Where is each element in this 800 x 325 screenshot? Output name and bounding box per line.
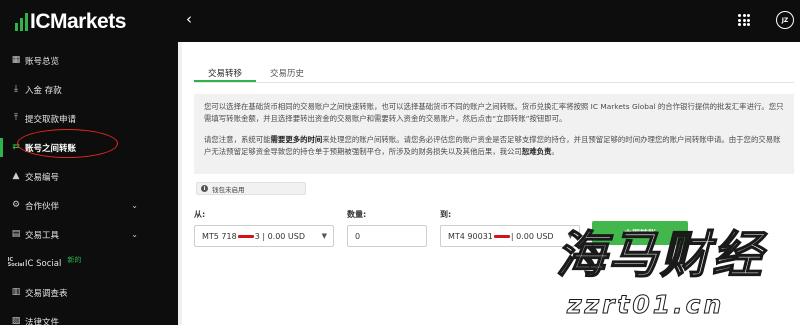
amount-label: 数量: <box>347 210 367 219</box>
logo-text: ICMarkets <box>30 10 126 33</box>
amount-input[interactable]: 0 <box>347 225 427 247</box>
ic-social-icon: IC Social <box>7 257 25 268</box>
chart-icon: ▲ <box>12 171 20 181</box>
new-badge: 新的 <box>67 255 82 264</box>
sidebar-item-legal-documents[interactable]: ▧ 法律文件 <box>0 307 178 325</box>
sidebar-item-trading-survey[interactable]: ▥ 交易调查表 <box>0 278 178 307</box>
sidebar-item-label: 账号总览 <box>25 56 60 67</box>
notice-paragraph-1: 您可以选择在基础货币相同的交易账户之间快速转账，也可以选择基础货币不同的账户之间… <box>204 102 784 123</box>
active-indicator <box>0 138 3 157</box>
info-icon: i <box>201 185 208 192</box>
tools-icon: ▤ <box>11 229 21 239</box>
sidebar-item-label: 法律文件 <box>25 317 60 325</box>
sidebar-item-partners[interactable]: ⚙ 合作伙伴 ⌄ <box>0 191 178 220</box>
sidebar: ICMarkets ▦ 账号总览 ⤓ 入金 存款 ⤒ 提交取款申请 ⇄ 账号之间… <box>0 0 178 325</box>
sidebar-item-label: 合作伙伴 <box>25 201 60 212</box>
tab-history[interactable]: 交易历史 <box>256 67 318 82</box>
from-account-select[interactable]: MT5 718 3 | 0.00 USD ▼ <box>194 225 334 247</box>
sidebar-item-withdraw[interactable]: ⤒ 提交取款申请 <box>0 104 178 133</box>
chevron-down-icon: ⌄ <box>131 230 138 239</box>
info-notice: 您可以选择在基础货币相同的交易账户之间快速转账，也可以选择基础货币不同的账户之间… <box>194 94 794 174</box>
ic-markets-logo[interactable]: ICMarkets <box>15 9 126 35</box>
to-label: 到: <box>440 210 452 219</box>
sidebar-item-label: 提交取款申请 <box>25 114 77 125</box>
notice-paragraph-2: 请您注意，系统可能需要更多的时间来处理您的账户间转账。请您务必评估您的账户资金是… <box>204 135 781 156</box>
sidebar-nav: ▦ 账号总览 ⤓ 入金 存款 ⤒ 提交取款申请 ⇄ 账号之间转账 ▲ 交易编号 … <box>0 46 178 325</box>
sidebar-item-label: IC Social <box>25 258 62 269</box>
sidebar-item-label: 交易调查表 <box>25 288 68 299</box>
redaction-mark <box>237 234 254 238</box>
chevron-down-icon: ⌄ <box>131 201 138 210</box>
logo-bars-icon <box>15 13 28 31</box>
document-icon: ▧ <box>11 316 21 325</box>
red-highlight-circle <box>17 129 118 158</box>
back-chevron-icon[interactable]: ‹ <box>186 10 192 28</box>
sidebar-item-account-overview[interactable]: ▦ 账号总览 <box>0 46 178 75</box>
deposit-icon: ⤓ <box>14 84 18 94</box>
top-bar: ‹ JZ <box>178 0 800 42</box>
sidebar-item-trading-accounts[interactable]: ▲ 交易编号 <box>0 162 178 191</box>
watermark-url: zzrt01.cn <box>566 290 725 320</box>
watermark-title: 海马财经 <box>555 225 764 285</box>
sidebar-item-ic-social[interactable]: IC Social IC Social 新的 <box>0 249 178 278</box>
chevron-down-icon: ▼ <box>321 232 327 240</box>
sidebar-item-deposit[interactable]: ⤓ 入金 存款 <box>0 75 178 104</box>
tab-bar: 交易转移 交易历史 <box>194 67 318 82</box>
sidebar-item-label: 入金 存款 <box>25 85 62 96</box>
wallet-status-badge: i 钱包未启用 <box>196 182 306 195</box>
survey-icon: ▥ <box>11 287 21 297</box>
tab-transfer[interactable]: 交易转移 <box>194 67 257 82</box>
sidebar-item-label: 交易编号 <box>25 172 60 183</box>
dashboard-icon: ▦ <box>11 55 21 65</box>
redaction-mark <box>493 234 510 238</box>
tab-divider <box>194 82 794 83</box>
avatar[interactable]: JZ <box>776 11 794 29</box>
sidebar-item-trading-tools[interactable]: ▤ 交易工具 ⌄ <box>0 220 178 249</box>
partner-icon: ⚙ <box>11 200 21 210</box>
wallet-status-text: 钱包未启用 <box>212 185 245 194</box>
apps-grid-icon[interactable] <box>738 14 750 26</box>
sidebar-item-label: 交易工具 <box>25 230 60 241</box>
withdraw-icon: ⤒ <box>14 113 18 123</box>
from-label: 从: <box>194 210 206 219</box>
